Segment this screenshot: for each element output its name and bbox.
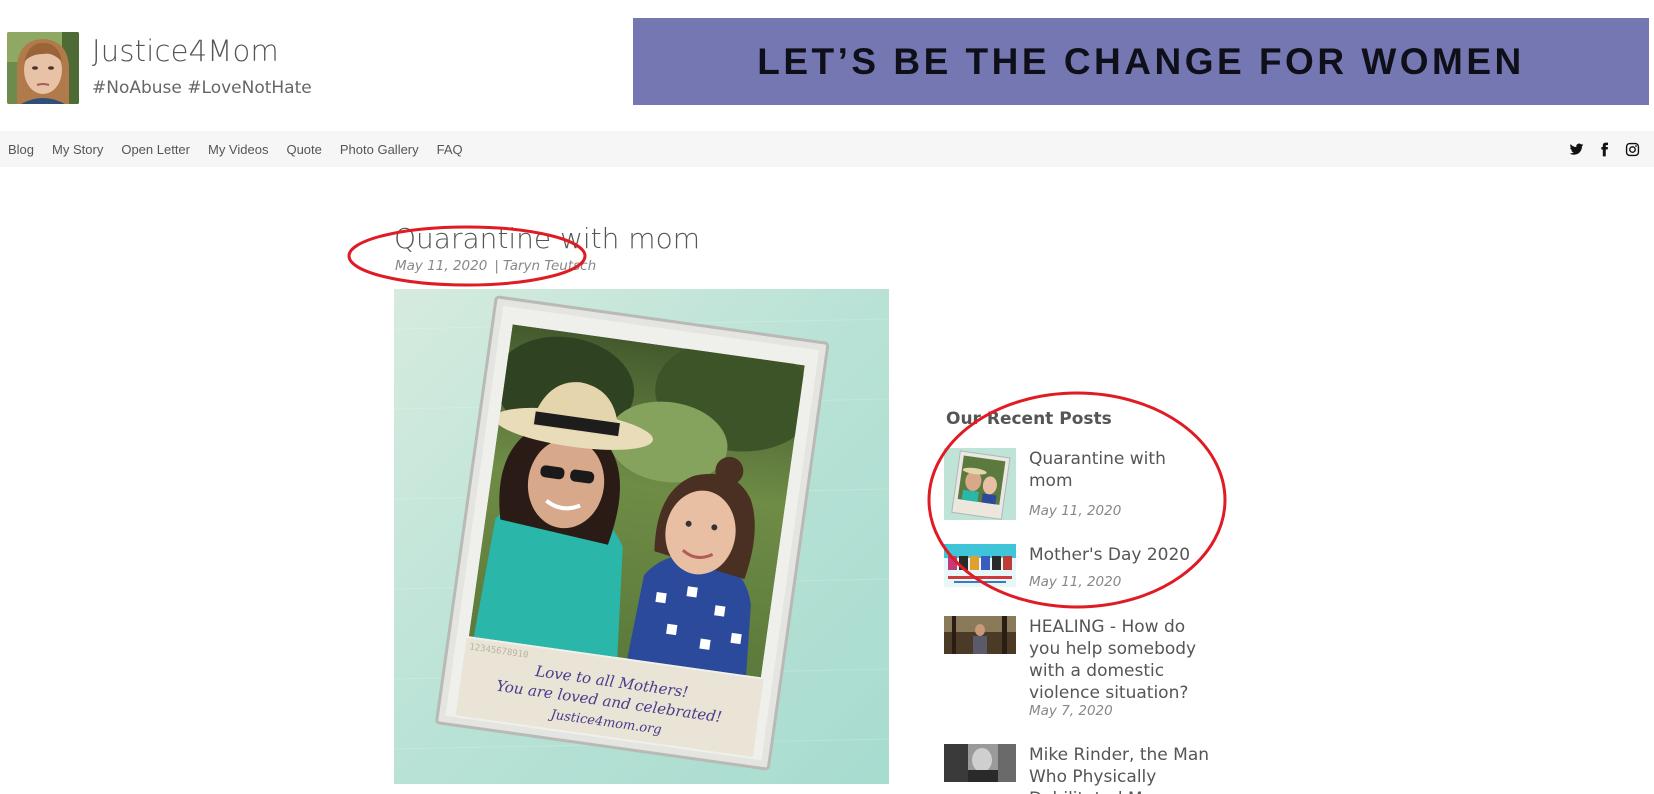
recent-post-date: May 7, 2020 bbox=[1029, 703, 1113, 719]
nav-item-my-story[interactable]: My Story bbox=[52, 142, 103, 157]
header-banner: LET’S BE THE CHANGE FOR WOMEN bbox=[633, 18, 1649, 105]
recent-post-item[interactable]: Quarantine with mom May 11, 2020 bbox=[944, 448, 1214, 523]
site-tagline: #NoAbuse #LoveNotHate bbox=[92, 78, 312, 98]
recent-post-thumbnail[interactable] bbox=[944, 744, 1016, 782]
recent-post-title[interactable]: HEALING - How do you help somebody with … bbox=[1029, 616, 1209, 704]
twitter-icon[interactable] bbox=[1569, 142, 1584, 157]
post-author[interactable]: Taryn Teutsch bbox=[503, 258, 596, 274]
instagram-icon[interactable] bbox=[1625, 142, 1640, 157]
post-image[interactable]: 12345678910 Love to all Mothers! You are… bbox=[394, 289, 889, 784]
nav-item-my-videos[interactable]: My Videos bbox=[208, 142, 268, 157]
main-nav: Blog My Story Open Letter My Videos Quot… bbox=[0, 131, 1654, 167]
post-meta-separator: | bbox=[494, 258, 499, 274]
site-logo-avatar[interactable] bbox=[7, 32, 79, 104]
post-title: Quarantine with mom bbox=[394, 222, 700, 255]
recent-posts-heading: Our Recent Posts bbox=[946, 409, 1112, 429]
recent-post-thumbnail[interactable] bbox=[944, 448, 1016, 520]
recent-post-thumbnail[interactable] bbox=[944, 544, 1016, 587]
recent-post-thumbnail[interactable] bbox=[944, 616, 1016, 654]
facebook-icon[interactable] bbox=[1597, 142, 1612, 157]
recent-post-item[interactable]: HEALING - How do you help somebody with … bbox=[944, 616, 1214, 721]
nav-item-blog[interactable]: Blog bbox=[8, 142, 34, 157]
recent-post-date: May 11, 2020 bbox=[1029, 503, 1122, 519]
post-meta: May 11, 2020 | Taryn Teutsch bbox=[395, 258, 596, 274]
nav-list: Blog My Story Open Letter My Videos Quot… bbox=[8, 131, 463, 167]
recent-post-title[interactable]: Mother's Day 2020 bbox=[1029, 544, 1209, 566]
recent-post-item[interactable]: Mike Rinder, the Man Who Physically Debi… bbox=[944, 744, 1214, 794]
recent-post-item[interactable]: Mother's Day 2020 May 11, 2020 bbox=[944, 544, 1214, 594]
nav-item-open-letter[interactable]: Open Letter bbox=[121, 142, 190, 157]
site-title[interactable]: Justice4Mom bbox=[92, 34, 279, 68]
recent-post-date: May 11, 2020 bbox=[1029, 574, 1122, 590]
nav-item-photo-gallery[interactable]: Photo Gallery bbox=[340, 142, 419, 157]
post-date: May 11, 2020 bbox=[395, 258, 488, 274]
nav-item-quote[interactable]: Quote bbox=[286, 142, 321, 157]
nav-item-faq[interactable]: FAQ bbox=[437, 142, 463, 157]
social-bar bbox=[1569, 131, 1640, 167]
recent-post-title[interactable]: Quarantine with mom bbox=[1029, 448, 1209, 492]
banner-text: LET’S BE THE CHANGE FOR WOMEN bbox=[757, 40, 1525, 82]
recent-post-title[interactable]: Mike Rinder, the Man Who Physically Debi… bbox=[1029, 744, 1209, 794]
